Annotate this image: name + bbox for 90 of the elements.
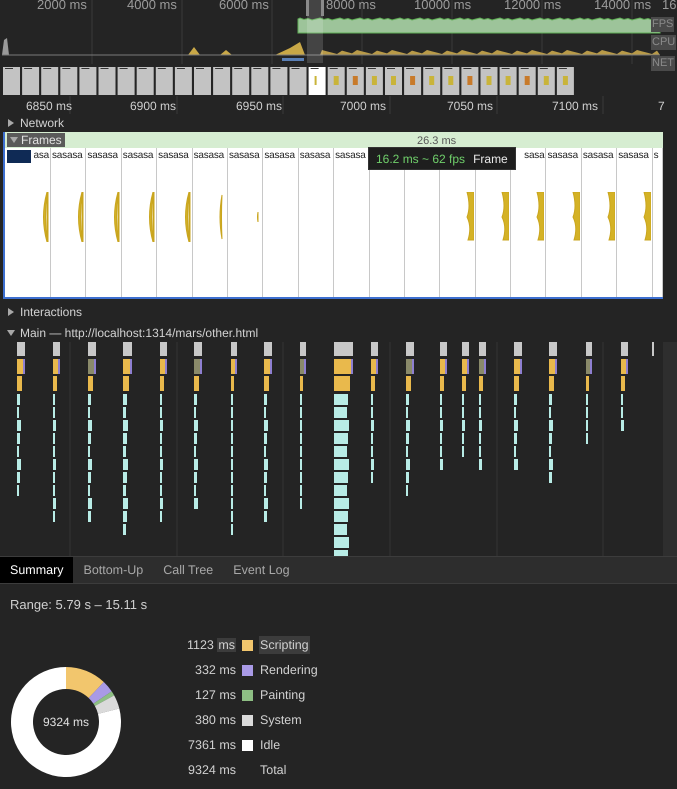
frame-thumbnail-text: sasasa xyxy=(335,149,366,162)
right-handle[interactable] xyxy=(321,0,324,16)
ruler-tick-label: 7100 ms xyxy=(552,98,598,115)
ruler-tick-label: 7000 ms xyxy=(340,98,386,115)
thumbnail-shape-icon xyxy=(40,192,49,242)
track-label: NET xyxy=(651,56,675,71)
frame-cell[interactable]: sasasa xyxy=(617,148,653,297)
panel-tab[interactable]: Bottom-Up xyxy=(73,557,154,583)
panel-tab[interactable]: Event Log xyxy=(223,557,300,583)
frame-thumbnail-text: sasasa xyxy=(194,149,224,162)
selection-block xyxy=(7,150,31,163)
frame-thumbnail-text: sasasa xyxy=(158,149,189,162)
overview-tick-label: 10000 ms xyxy=(414,0,472,14)
frame-thumbnail-text: sasasa xyxy=(264,149,295,162)
track-title[interactable]: Main — http://localhost:1314/mars/other.html xyxy=(20,324,258,342)
thumbnail-shape-icon xyxy=(500,192,510,242)
ruler-tick-label: 7050 ms xyxy=(447,98,494,115)
ruler-tick-label: 6850 ms xyxy=(26,98,72,115)
legend-value: 7361 ms xyxy=(187,736,236,754)
selection-window[interactable] xyxy=(307,0,323,63)
ruler-tick-label: 7 xyxy=(658,98,665,115)
overview-tick-label: 2000 ms xyxy=(37,0,87,14)
track-label: CPU xyxy=(651,35,676,50)
overview-tick-label: 4000 ms xyxy=(127,0,177,14)
frame-thumbnail-text: sasasa xyxy=(228,149,260,162)
frame-cell[interactable]: sasasa xyxy=(546,148,582,297)
track-title[interactable]: Frames xyxy=(21,133,62,147)
overview-tick-label: 16 xyxy=(662,0,676,14)
frame-thumbnail-text: sasasa xyxy=(582,149,614,162)
legend-label: System xyxy=(259,712,303,729)
ruler-tick-label: 6950 ms xyxy=(236,98,282,115)
overview-tick-label: 6000 ms xyxy=(219,0,269,14)
frame-thumbnail-text: sasasa xyxy=(300,149,330,162)
frame-cell[interactable]: sasasa xyxy=(228,148,264,297)
panel-tab[interactable]: Summary xyxy=(0,557,74,583)
overview-tick-label: 8000 ms xyxy=(326,0,376,14)
frame-thumbnail-text: s xyxy=(654,149,658,162)
frame-thumbnail-text: sasasa xyxy=(52,149,82,162)
track-title[interactable]: Network xyxy=(20,114,64,132)
scrollbar-track[interactable] xyxy=(663,342,677,556)
track-title[interactable]: Interactions xyxy=(20,303,82,321)
legend-value: 9324 ms xyxy=(187,762,236,779)
frame-thumbnail-text: sasasa xyxy=(618,149,649,162)
legend-label: Painting xyxy=(259,686,306,704)
legend-label: Rendering xyxy=(259,662,319,679)
frame-thumbnail-text: asa xyxy=(33,149,49,162)
legend-label: Scripting xyxy=(259,636,310,654)
frame-cell[interactable]: sasasa xyxy=(51,148,86,297)
tooltip-timing: 16.2 ms ~ 62 fps xyxy=(376,150,466,168)
legend-value: 380 ms xyxy=(194,712,236,729)
thumbnail-shape-icon xyxy=(606,192,616,242)
frame-cell[interactable]: sasasa xyxy=(298,148,334,297)
thumbnail-shape-icon xyxy=(146,192,156,242)
frame-duration: 26.3 ms xyxy=(417,134,456,149)
legend-value: 332 ms xyxy=(194,662,236,679)
frame-thumbnail-text: sasasa xyxy=(87,149,118,162)
network-request-bar xyxy=(282,58,304,61)
collapsed-triangle-icon[interactable] xyxy=(7,308,15,316)
frame-thumbnail-text: sasa xyxy=(524,149,544,162)
thumbnail-shape-icon xyxy=(75,192,84,242)
legend-label: Idle xyxy=(259,736,282,754)
frame-cell[interactable]: sasasa xyxy=(192,148,228,297)
frame-thumbnail-text: sasasa xyxy=(122,149,154,162)
thumbnail-shape-icon xyxy=(464,192,474,242)
frame-cell[interactable]: sasasa xyxy=(263,148,299,297)
thumbnail-shape-icon xyxy=(535,192,544,242)
legend-label: Total xyxy=(259,762,288,779)
overview-tick-label: 12000 ms xyxy=(504,0,562,14)
tooltip-label: Frame xyxy=(473,150,508,168)
range-text: Range: 5.79 s – 15.11 s xyxy=(10,596,148,614)
frame-thumbnail-text: sasasa xyxy=(547,149,578,162)
ruler-tick-label: 6900 ms xyxy=(130,98,176,115)
collapsed-triangle-icon[interactable] xyxy=(7,119,15,127)
expanded-triangle-icon[interactable] xyxy=(10,136,18,144)
legend-value: 127 ms xyxy=(194,686,236,704)
thumbnail-shape-icon xyxy=(570,192,580,242)
expanded-triangle-icon[interactable] xyxy=(7,329,15,337)
donut-center-label: 9324 ms xyxy=(42,714,90,728)
frame-cell[interactable]: sasasa xyxy=(86,148,122,297)
overview-tick-label: 14000 ms xyxy=(594,0,652,14)
panel-tab[interactable]: Call Tree xyxy=(153,557,224,583)
frame-cell[interactable]: sasasa xyxy=(582,148,618,297)
track-label: FPS xyxy=(651,17,674,32)
thumbnail-shape-icon xyxy=(257,212,260,222)
legend-value: 1123 ms xyxy=(186,636,236,654)
frame-cell[interactable]: s xyxy=(652,148,663,297)
left-handle[interactable] xyxy=(306,0,309,16)
frame-cell[interactable]: sasasa xyxy=(122,148,158,297)
thumbnail-shape-icon xyxy=(642,192,651,242)
frame-cell[interactable]: sasasa xyxy=(157,148,193,297)
